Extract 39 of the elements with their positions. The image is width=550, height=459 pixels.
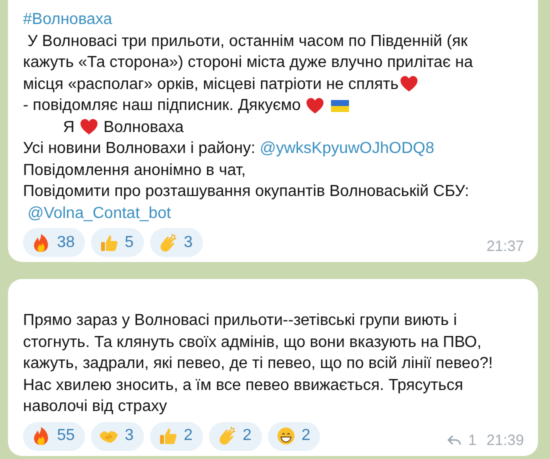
message-text: стогнуть. Та клянуть своїх адмінів, що вони вказують на ПВО, bbox=[23, 332, 482, 352]
message-text: місця «располаг» орків, місцеві патріоти не сплять bbox=[23, 74, 399, 94]
heart-icon bbox=[398, 74, 419, 94]
username-link[interactable]: @ywksKpyuwOJhODQ8 bbox=[260, 138, 434, 160]
reaction-button[interactable]: 55 bbox=[23, 422, 85, 450]
message-text: - повідомляє наш підписник. Дякуємо bbox=[23, 96, 302, 116]
username-link[interactable]: @Volna_Contat_bot bbox=[23, 202, 171, 224]
reaction-button[interactable]: 38 bbox=[23, 228, 85, 257]
reply-count[interactable]: 1 bbox=[447, 432, 476, 448]
message-text: У Волновасі три прильоти, останнім часом по Південній (як bbox=[26, 32, 468, 52]
message-text: кажуть, задрали, які певео, де ті певео, що по всій лінії певео?! bbox=[23, 354, 493, 374]
clapping-hands-icon bbox=[216, 426, 237, 446]
reaction-button[interactable]: 2 bbox=[268, 422, 320, 450]
message-text: Волноваха bbox=[102, 118, 184, 138]
message-text: Нас хвилею зносить, а їм все певео ввижається. Трясуться bbox=[23, 376, 464, 396]
message-text: Я bbox=[62, 118, 76, 138]
reaction-button[interactable]: 3 bbox=[150, 228, 203, 257]
message-text: Прямо зараз у Волновасі прильоти--зетівські групи виють і bbox=[23, 311, 457, 331]
message-text: Усі новини Волновахи і району: bbox=[23, 139, 256, 159]
clapping-hands-icon bbox=[158, 232, 178, 252]
heart-icon bbox=[305, 96, 326, 116]
message-text: Повідомлення анонімно в чат, bbox=[23, 160, 246, 180]
fire-icon bbox=[31, 232, 51, 252]
thumbs-up-icon bbox=[98, 232, 119, 252]
message-time: 21:37 bbox=[486, 238, 524, 255]
message-text: кажуть «Та сторона») стороні міста дуже влучно прилітає на bbox=[23, 53, 473, 73]
reaction-button[interactable]: 5 bbox=[90, 228, 144, 257]
thumbs-up-icon bbox=[158, 426, 178, 446]
grinning-face-icon bbox=[276, 426, 296, 446]
reaction-button[interactable]: 2 bbox=[150, 422, 203, 450]
message-text: Повідомити про розташування окупантів Волноваській СБУ: bbox=[23, 182, 470, 202]
hashtag-link[interactable]: #Волноваха bbox=[23, 9, 112, 30]
reaction-button[interactable]: 2 bbox=[208, 422, 262, 450]
message-text: наволочі від страху bbox=[23, 397, 167, 417]
reaction-button[interactable]: 3 bbox=[90, 422, 144, 450]
message-time: 21:39 bbox=[486, 432, 524, 448]
reply-icon bbox=[447, 434, 462, 446]
heart-icon bbox=[79, 117, 100, 138]
fire-icon bbox=[31, 426, 51, 446]
